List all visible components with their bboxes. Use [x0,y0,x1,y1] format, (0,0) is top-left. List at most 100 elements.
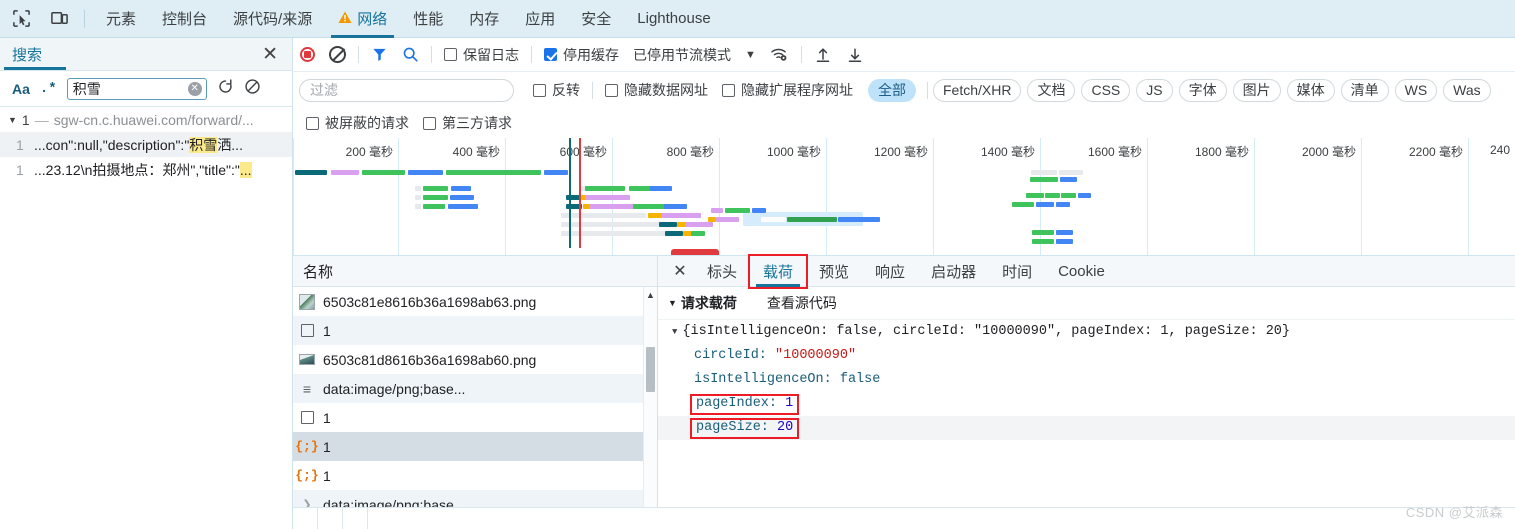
filter-type-all[interactable]: 全部 [868,78,916,102]
filter-type-ws[interactable]: WS [1394,78,1438,102]
search-result-group[interactable]: ▼ 1 — sgw-cn.c.huawei.com/forward/... [0,107,292,132]
document-icon [299,323,315,339]
scrollbar-thumb[interactable] [646,347,655,392]
payload-row: circleId: "10000090" [658,344,1515,368]
regex-icon[interactable]: .* [40,81,57,97]
close-icon[interactable]: ✕ [666,261,694,281]
payload-key: pageIndex: [696,396,778,411]
details-tab-response[interactable]: 响应 [862,256,918,287]
inspect-icon[interactable] [4,4,38,34]
devtools-tab-sources[interactable]: 源代码/来源 [220,0,325,38]
network-overview-waterfall[interactable]: 200 毫秒 400 毫秒 600 毫秒 800 毫秒 1000 毫秒 1200… [293,138,1515,256]
filter-type-js[interactable]: JS [1136,78,1173,102]
filter-funnel-icon [373,48,386,61]
export-har-button[interactable] [839,38,871,72]
record-button[interactable] [293,38,322,72]
result-snippet: ...con":null,"description":"积雪洒... [34,136,243,153]
details-tab-cookies[interactable]: Cookie [1045,256,1118,287]
table-row[interactable]: 1 [293,316,657,345]
requests-column-header-name[interactable]: 名称 [293,256,657,287]
blocked-requests-checkbox[interactable]: 被屏蔽的请求 [299,106,416,140]
image-file-icon [299,293,315,310]
filter-input[interactable] [299,78,514,102]
invert-checkbox[interactable]: 反转 [526,73,587,107]
table-row[interactable]: ≡ data:image/png;base... [293,374,657,403]
record-stop-icon [300,47,315,62]
throttling-caret[interactable]: ▼ [738,38,763,72]
checkbox-box [306,116,319,130]
device-toolbar-icon[interactable] [42,4,76,34]
details-tab-headers[interactable]: 标头 [694,256,750,287]
table-row[interactable]: {;} 1 [293,461,657,490]
scroll-up-arrow-icon[interactable]: ▲ [644,287,657,302]
image-file-icon [299,354,315,365]
table-row[interactable]: 6503c81e8616b36a1698ab63.png [293,287,657,316]
devtools-tab-elements[interactable]: 元素 [93,0,149,38]
devtools-tab-lighthouse[interactable]: Lighthouse [624,0,723,38]
devtools-tab-memory[interactable]: 内存 [456,0,512,38]
clear-search-icon[interactable]: ✕ [187,81,202,96]
overview-tick-label: 200 毫秒 [345,145,393,159]
payload-summary-row[interactable]: ▼ {isIntelligenceOn: false, circleId: "1… [658,320,1515,344]
clear-results-icon[interactable] [244,78,261,100]
third-party-checkbox[interactable]: 第三方请求 [416,106,519,140]
overview-tick-label: 600 毫秒 [559,145,607,159]
search-result-row[interactable]: 1 ...23.12\n拍摄地点：郑州","title":"... [0,157,292,182]
checkbox-box [533,83,546,97]
filter-type-label: 清单 [1350,82,1379,98]
requests-scrollbar[interactable]: ▲ ▼ [643,287,657,529]
details-tab-timing[interactable]: 时间 [989,256,1045,287]
refresh-icon[interactable] [217,78,234,100]
devtools-tab-security[interactable]: 安全 [568,0,624,38]
search-toggle-button[interactable] [395,38,426,72]
tab-label: 标头 [707,263,738,281]
clear-button[interactable] [322,38,353,72]
search-result-row[interactable]: 1 ...con":null,"description":"积雪洒... [0,132,292,157]
payload-value: "10000090" [775,348,857,363]
preserve-log-checkbox[interactable]: 保留日志 [437,38,526,72]
payload-value: false [839,372,881,387]
filter-type-manifest[interactable]: 清单 [1340,78,1389,102]
details-tab-payload[interactable]: 载荷 [748,253,809,289]
network-conditions-button[interactable] [763,38,796,72]
devtools-tab-application[interactable]: 应用 [512,0,568,38]
search-input[interactable] [67,78,206,99]
hide-extension-urls-checkbox[interactable]: 隐藏扩展程序网址 [715,73,860,107]
request-payload-title[interactable]: ▼ 请求载荷 [668,293,737,313]
close-icon[interactable]: ✕ [262,45,292,64]
throttling-dropdown[interactable]: 已停用节流模式 [626,38,738,72]
devtools-tab-network[interactable]: 网络 [325,0,400,38]
filter-type-fetch-xhr[interactable]: Fetch/XHR [933,78,1022,102]
table-row[interactable]: {;} 1 [293,432,657,461]
filter-toggle-button[interactable] [364,38,395,72]
import-har-button[interactable] [807,38,839,72]
search-hit-highlight: ... [239,161,252,178]
disable-cache-checkbox[interactable]: 停用缓存 [537,38,626,72]
tab-label: 安全 [581,11,612,28]
overview-tick-label: 800 毫秒 [666,145,714,159]
filter-type-img[interactable]: 图片 [1232,78,1281,102]
hide-data-urls-checkbox[interactable]: 隐藏数据网址 [598,73,715,107]
expand-triangle-icon[interactable]: ▼ [672,320,677,344]
table-row[interactable]: 6503c81d8616b36a1698ab60.png [293,345,657,374]
tab-label: 内存 [469,11,500,28]
warning-triangle-icon [338,11,352,26]
checkbox-box [423,116,436,130]
search-input-wrapper[interactable]: ✕ [66,77,207,100]
tab-label: 启动器 [931,263,977,281]
hide-data-urls-label: 隐藏数据网址 [624,82,708,98]
filter-type-css[interactable]: CSS [1081,78,1131,102]
table-row[interactable]: 1 [293,403,657,432]
view-source-link[interactable]: 查看源代码 [767,293,837,313]
devtools-tab-console[interactable]: 控制台 [149,0,220,38]
filter-type-font[interactable]: 字体 [1178,78,1227,102]
options-row: 被屏蔽的请求 第三方请求 [293,108,1515,138]
details-tab-preview[interactable]: 预览 [806,256,862,287]
filter-type-doc[interactable]: 文档 [1027,78,1076,102]
checkbox-box [444,48,457,61]
filter-type-media[interactable]: 媒体 [1286,78,1335,102]
details-tab-initiator[interactable]: 启动器 [918,256,989,287]
devtools-tab-performance[interactable]: 性能 [400,0,456,38]
match-case-icon[interactable]: Aa [8,81,30,97]
filter-type-wasm[interactable]: Was [1443,78,1491,102]
